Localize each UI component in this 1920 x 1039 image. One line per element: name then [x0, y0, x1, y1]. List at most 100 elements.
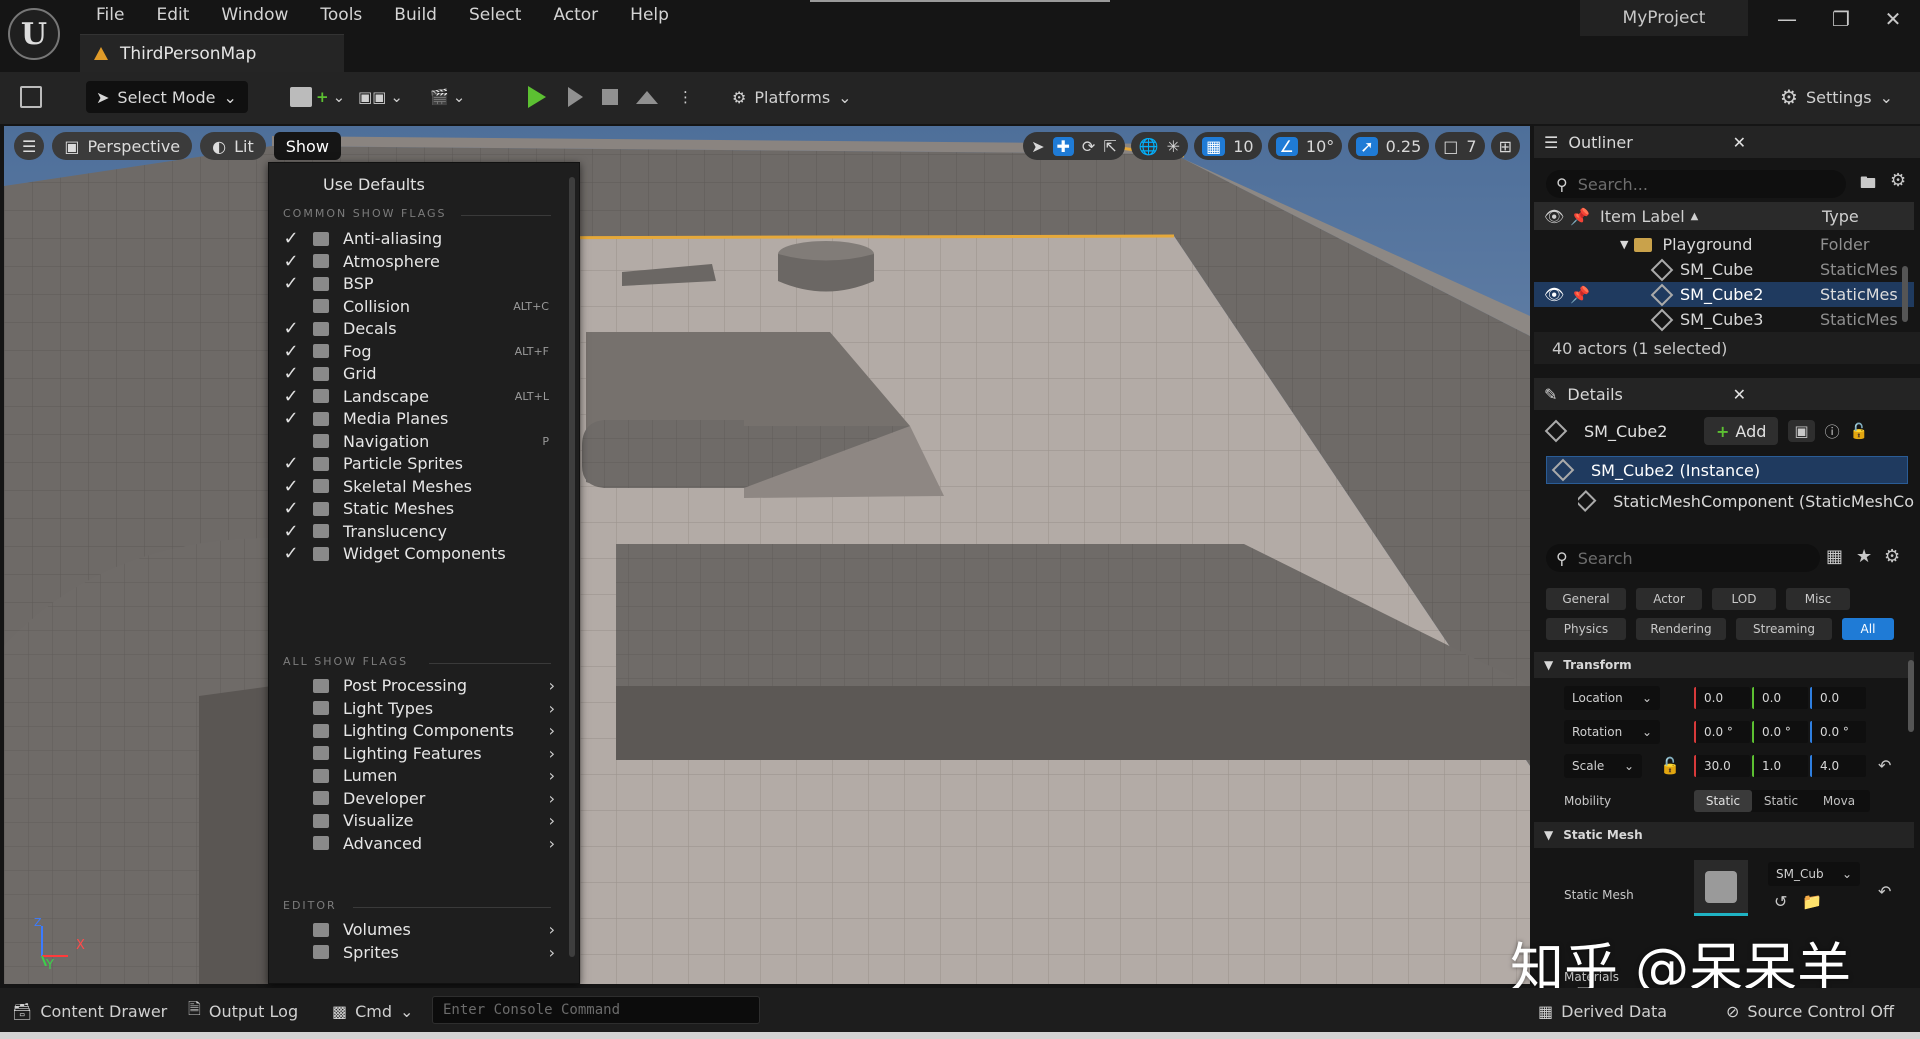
level-tab[interactable]: ThirdPersonMap: [80, 34, 344, 72]
mobility-static-option[interactable]: Static: [1694, 790, 1752, 812]
menu-help[interactable]: Help: [614, 4, 685, 26]
tree-row-sm-cube3[interactable]: SM_Cube3 StaticMes: [1534, 307, 1914, 332]
item-label-column[interactable]: Item Label: [1600, 207, 1685, 226]
save-icon[interactable]: [20, 86, 42, 108]
use-defaults-item[interactable]: Use Defaults: [323, 175, 425, 194]
scale-snap[interactable]: ➚ 0.25: [1348, 132, 1430, 160]
component-instance-row[interactable]: SM_Cube2 (Instance): [1546, 456, 1908, 484]
scale-y-field[interactable]: 1.0: [1752, 755, 1808, 777]
filter-general[interactable]: General: [1546, 588, 1626, 610]
close-icon[interactable]: ✕: [1868, 4, 1918, 34]
blueprint-icon[interactable]: ▣: [1788, 420, 1815, 442]
level-viewport[interactable]: ☰ ▣ Perspective ◐ Lit Show ➤ ✚ ⟳ ⇱ 🌐 ✳ ▦…: [4, 126, 1530, 984]
scale-icon[interactable]: ⇱: [1103, 137, 1116, 156]
reset-icon[interactable]: ↶: [1878, 756, 1891, 775]
scale-dropdown[interactable]: Scale ⌄: [1564, 754, 1642, 778]
menu-tools[interactable]: Tools: [304, 4, 378, 26]
lock-icon[interactable]: 🔓: [1850, 422, 1869, 440]
play-button[interactable]: [528, 84, 546, 110]
details-scrollbar[interactable]: [1908, 660, 1914, 732]
blueprint-button[interactable]: ▣▣ ⌄: [358, 84, 403, 110]
show-flag-item[interactable]: ✓ Widget Components: [269, 540, 565, 567]
filter-all[interactable]: All: [1842, 618, 1894, 640]
settings-button[interactable]: ⚙ Settings ⌄: [1780, 82, 1893, 112]
scale-x-field[interactable]: 30.0: [1694, 755, 1750, 777]
mobility-stationary-option[interactable]: Static: [1752, 794, 1810, 808]
stop-button[interactable]: [602, 84, 618, 110]
details-search-input[interactable]: ⚲ Search: [1546, 544, 1820, 572]
rotate-icon[interactable]: ⟳: [1082, 137, 1095, 156]
filter-lod[interactable]: LOD: [1712, 588, 1776, 610]
cmd-dropdown[interactable]: ▩ Cmd ⌄: [332, 998, 413, 1024]
type-column[interactable]: Type: [1822, 207, 1859, 226]
static-mesh-section-header[interactable]: ▼ Static Mesh: [1534, 822, 1914, 848]
camera-speed[interactable]: □ 7: [1435, 132, 1485, 160]
static-mesh-dropdown[interactable]: SM_Cub ⌄: [1768, 862, 1860, 886]
select-mode-dropdown[interactable]: ➤ Select Mode ⌄: [86, 81, 248, 113]
close-icon[interactable]: ✕: [1733, 133, 1746, 152]
restore-icon[interactable]: ❐: [1816, 4, 1866, 34]
gear-icon[interactable]: ⚙: [1884, 546, 1900, 567]
tree-row-sm-cube2[interactable]: 👁 📌 SM_Cube2 StaticMes: [1534, 282, 1914, 307]
static-mesh-thumbnail[interactable]: [1694, 860, 1748, 916]
pin-icon[interactable]: 📌: [1570, 285, 1654, 304]
output-log-button[interactable]: 🗎 Output Log: [188, 998, 298, 1024]
source-control-button[interactable]: ⊘ Source Control Off: [1726, 998, 1894, 1024]
add-content-button[interactable]: + ⌄: [290, 84, 345, 110]
menu-scrollbar[interactable]: [569, 177, 575, 957]
filter-misc[interactable]: Misc: [1786, 588, 1850, 610]
grid-snap[interactable]: ▦ 10: [1194, 132, 1262, 160]
show-button[interactable]: Show: [273, 132, 341, 160]
location-dropdown[interactable]: Location ⌄: [1564, 686, 1660, 710]
content-drawer-button[interactable]: 🗃 Content Drawer: [12, 998, 167, 1024]
menu-file[interactable]: File: [80, 4, 140, 26]
derived-data-button[interactable]: ▦ Derived Data: [1538, 998, 1667, 1024]
outliner-scrollbar[interactable]: [1902, 266, 1908, 322]
location-x-field[interactable]: 0.0: [1694, 687, 1750, 709]
lit-button[interactable]: ◐ Lit: [200, 132, 266, 160]
eye-icon[interactable]: 👁: [1544, 207, 1570, 226]
location-z-field[interactable]: 0.0: [1810, 687, 1866, 709]
more-options-icon[interactable]: ⋮: [678, 84, 693, 110]
viewport-options-button[interactable]: ☰: [14, 132, 45, 160]
tree-row-playground[interactable]: ▼ Playground Folder: [1534, 232, 1914, 257]
star-icon[interactable]: ★: [1856, 546, 1872, 567]
mobility-movable-option[interactable]: Mova: [1810, 794, 1868, 808]
reset-icon[interactable]: ↶: [1878, 882, 1891, 901]
platforms-button[interactable]: ⚙ Platforms ⌄: [732, 82, 852, 112]
gear-icon[interactable]: ⚙: [1890, 170, 1906, 191]
surface-snap-icon[interactable]: ✳: [1167, 137, 1180, 156]
menu-window[interactable]: Window: [205, 4, 304, 26]
eject-button[interactable]: [636, 84, 658, 110]
rotation-x-field[interactable]: 0.0 °: [1694, 721, 1750, 743]
filter-actor[interactable]: Actor: [1636, 588, 1702, 610]
translate-icon[interactable]: ✚: [1052, 136, 1074, 156]
advance-frame-button[interactable]: [568, 84, 583, 110]
eye-icon[interactable]: 👁: [1544, 285, 1570, 304]
select-cursor-icon[interactable]: ➤: [1031, 137, 1044, 156]
scale-z-field[interactable]: 4.0: [1810, 755, 1866, 777]
layout-button[interactable]: ⊞: [1490, 132, 1520, 160]
add-component-button[interactable]: + Add: [1704, 417, 1779, 445]
cinematics-button[interactable]: 🎬 ⌄: [430, 84, 465, 110]
perspective-button[interactable]: ▣ Perspective: [52, 132, 193, 160]
rotation-snap[interactable]: ∠ 10°: [1267, 132, 1343, 160]
browse-icon[interactable]: 📁: [1802, 892, 1822, 911]
rotation-y-field[interactable]: 0.0 °: [1752, 721, 1808, 743]
filter-physics[interactable]: Physics: [1546, 618, 1626, 640]
expand-arrow-icon[interactable]: ▼: [1620, 238, 1628, 251]
transform-section-header[interactable]: ▼ Transform: [1534, 652, 1914, 678]
tree-row-sm-cube[interactable]: SM_Cube StaticMes: [1534, 257, 1914, 282]
help-icon[interactable]: ⓘ: [1825, 421, 1840, 442]
location-y-field[interactable]: 0.0: [1752, 687, 1808, 709]
world-icon[interactable]: 🌐: [1139, 137, 1159, 156]
table-view-icon[interactable]: ▦: [1826, 546, 1843, 567]
menu-edit[interactable]: Edit: [140, 4, 205, 26]
rotation-z-field[interactable]: 0.0 °: [1810, 721, 1866, 743]
outliner-search-input[interactable]: ⚲ Search...: [1546, 170, 1846, 198]
close-icon[interactable]: ✕: [1733, 385, 1746, 404]
console-input[interactable]: Enter Console Command: [432, 996, 760, 1024]
use-selected-icon[interactable]: ↺: [1774, 892, 1787, 911]
show-flag-submenu[interactable]: Sprites ›: [269, 939, 565, 966]
menu-build[interactable]: Build: [378, 4, 453, 26]
